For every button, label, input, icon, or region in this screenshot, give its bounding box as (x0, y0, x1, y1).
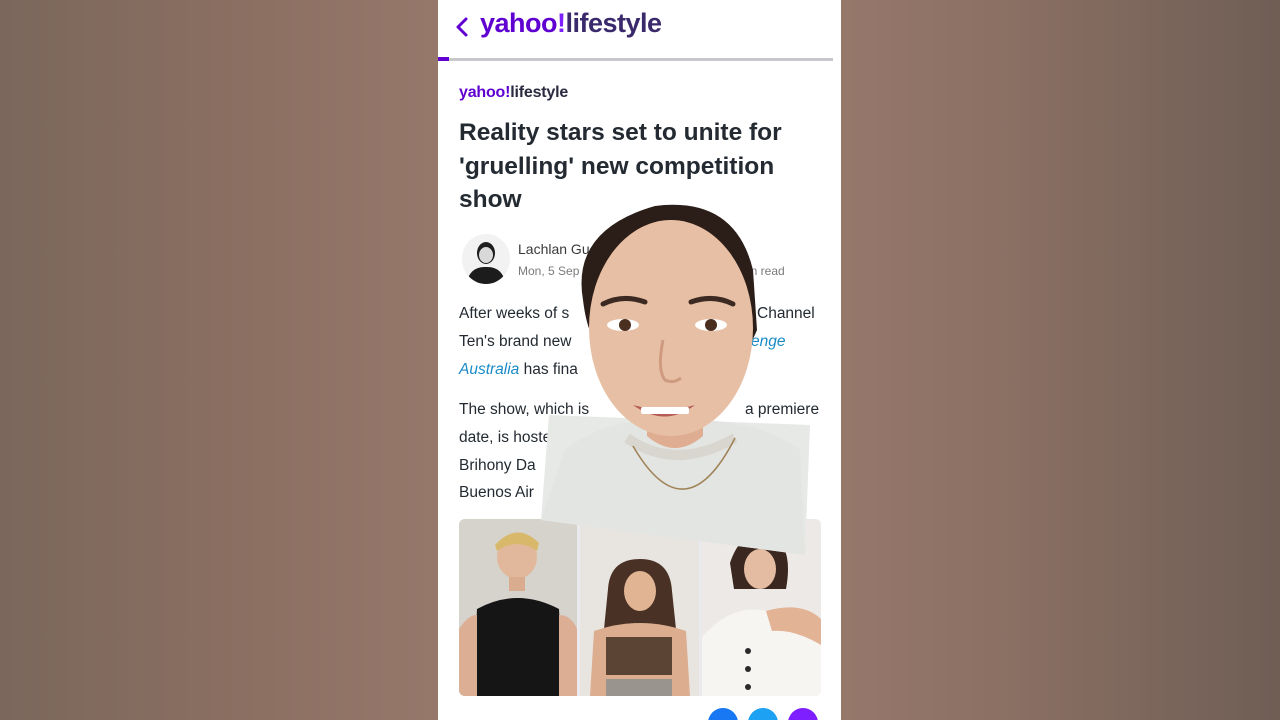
twitter-share-icon[interactable] (748, 708, 778, 720)
reading-progress-track (438, 58, 833, 61)
author-portrait-icon (462, 234, 510, 284)
app-header: yahoo!lifestyle (438, 0, 841, 58)
article-source-logo[interactable]: yahoo!lifestyle (459, 84, 568, 102)
paragraph-2-line-4: Buenos Air (459, 479, 534, 507)
reading-progress-fill (438, 57, 449, 61)
author-avatar[interactable] (462, 234, 510, 284)
text-fragment: Brihony Da (459, 457, 536, 474)
logo-yahoo: yahoo (480, 8, 558, 38)
text-fragment: Buenos Air (459, 484, 534, 501)
show-title-link-continued[interactable]: Australia (459, 361, 519, 378)
presenter-video-overlay (541, 204, 810, 555)
email-share-icon[interactable] (788, 708, 818, 720)
source-yahoo: yahoo (459, 84, 506, 101)
facebook-share-icon[interactable] (708, 708, 738, 720)
logo-bang: ! (557, 8, 566, 38)
header-logo[interactable]: yahoo!lifestyle (480, 8, 662, 39)
source-lifestyle: lifestyle (510, 84, 569, 101)
back-chevron-icon[interactable] (454, 14, 470, 40)
video-background-left (0, 0, 438, 720)
logo-lifestyle: lifestyle (565, 8, 663, 38)
paragraph-2-line-3: Brihony Da (459, 452, 536, 480)
video-background-right (841, 0, 1280, 720)
share-bar (438, 696, 841, 720)
